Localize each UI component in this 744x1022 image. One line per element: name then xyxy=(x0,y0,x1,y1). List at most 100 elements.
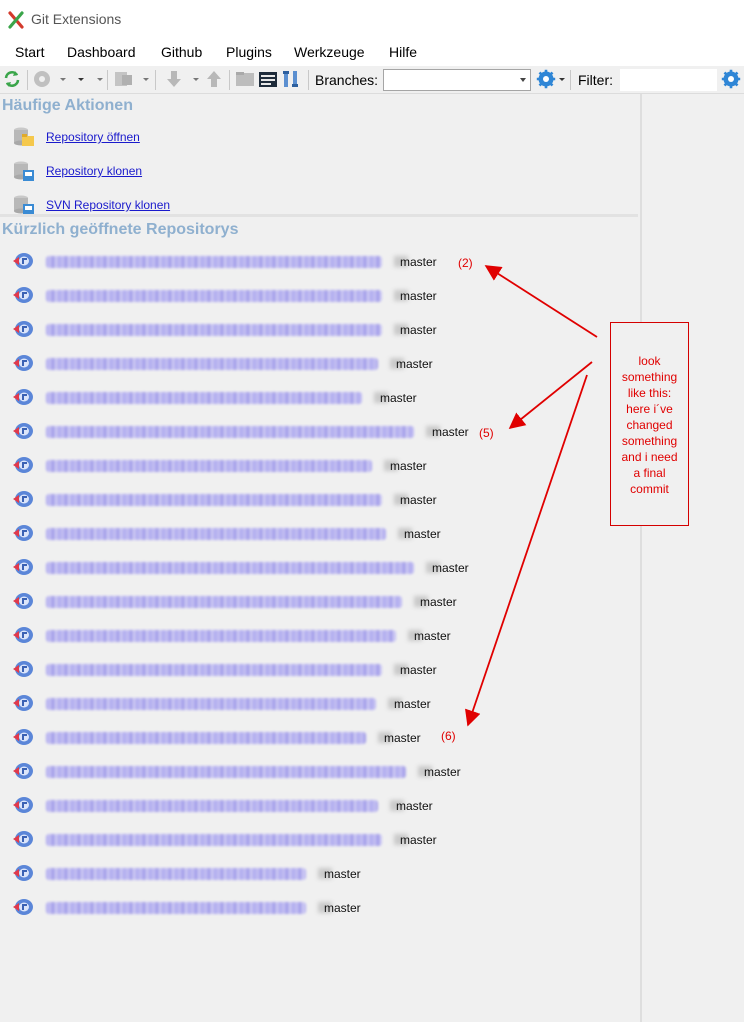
recent-repo-item[interactable]: master xyxy=(12,453,632,479)
repo-path-link[interactable] xyxy=(46,256,382,268)
chevron-down-icon[interactable] xyxy=(193,78,199,81)
filter-label: Filter: xyxy=(578,72,613,88)
chevron-down-icon[interactable] xyxy=(143,78,149,81)
repo-path-link[interactable] xyxy=(46,800,378,812)
annotation-note-line: here i´ve xyxy=(626,402,673,416)
recent-repo-item[interactable]: master xyxy=(12,895,632,921)
repo-path-link[interactable] xyxy=(46,596,402,608)
repo-branch-label: master xyxy=(400,493,437,507)
clone-repo-icon xyxy=(14,161,34,181)
filter-input[interactable] xyxy=(620,69,717,91)
recent-repo-item[interactable]: master xyxy=(12,317,632,343)
settings-circle-icon[interactable] xyxy=(32,69,52,89)
repo-path-link[interactable] xyxy=(46,834,382,846)
recent-repo-item[interactable]: master xyxy=(12,793,632,819)
repo-path-link[interactable] xyxy=(46,290,382,302)
dashboard-main: Häufige Aktionen Repository öffnen Repos… xyxy=(0,94,638,1022)
tools-icon[interactable] xyxy=(281,69,303,89)
repo-path-link[interactable] xyxy=(46,698,376,710)
annotation-note-line: commit xyxy=(630,482,669,496)
git-repo-icon xyxy=(13,831,33,847)
refresh-icon[interactable] xyxy=(2,69,22,89)
filter-gear-icon[interactable] xyxy=(721,69,741,89)
toolbar-separator xyxy=(229,70,230,90)
recent-repo-item[interactable]: master xyxy=(12,725,632,751)
toolbar-separator xyxy=(570,70,571,90)
recent-repo-item[interactable]: master xyxy=(12,759,632,785)
git-repo-icon xyxy=(13,457,33,473)
repo-path-link[interactable] xyxy=(46,426,414,438)
recent-repositories-title: Kürzlich geöffnete Repositorys xyxy=(2,221,239,238)
clone-repository-link[interactable]: Repository klonen xyxy=(46,164,142,178)
recent-repo-item[interactable]: master xyxy=(12,419,632,445)
menu-start[interactable]: Start xyxy=(15,44,45,60)
console-icon[interactable] xyxy=(258,69,278,89)
git-repo-icon xyxy=(13,729,33,745)
repo-branch-label: master xyxy=(396,799,433,813)
common-actions-title: Häufige Aktionen xyxy=(2,97,133,114)
repo-path-link[interactable] xyxy=(46,460,372,472)
commit-icon[interactable] xyxy=(113,69,135,89)
chevron-down-icon[interactable] xyxy=(78,78,84,81)
recent-repo-item[interactable]: master xyxy=(12,657,632,683)
toolbar-separator xyxy=(27,70,28,90)
repo-path-link[interactable] xyxy=(46,630,396,642)
repo-branch-label: master xyxy=(432,561,469,575)
repo-branch-label: master xyxy=(324,867,361,881)
repo-branch-label: master xyxy=(432,425,469,439)
recent-repo-item[interactable]: master xyxy=(12,283,632,309)
chevron-down-icon xyxy=(520,78,526,82)
git-repo-icon xyxy=(13,559,33,575)
git-repo-icon xyxy=(13,797,33,813)
recent-repo-item[interactable]: master xyxy=(12,385,632,411)
chevron-down-icon[interactable] xyxy=(559,78,565,81)
repo-path-link[interactable] xyxy=(46,562,414,574)
git-repo-icon xyxy=(13,899,33,915)
recent-repo-item[interactable]: master xyxy=(12,487,632,513)
menu-dashboard[interactable]: Dashboard xyxy=(67,44,136,60)
folder-icon[interactable] xyxy=(235,69,255,89)
pull-arrow-icon[interactable] xyxy=(165,69,183,89)
repo-path-link[interactable] xyxy=(46,494,382,506)
recent-repo-item[interactable]: master xyxy=(12,861,632,887)
svn-clone-link[interactable]: SVN Repository klonen xyxy=(46,198,170,212)
push-arrow-icon[interactable] xyxy=(205,69,223,89)
menu-werkzeuge[interactable]: Werkzeuge xyxy=(294,44,365,60)
recent-repo-item[interactable]: master xyxy=(12,827,632,853)
recent-repo-item[interactable]: master xyxy=(12,249,632,275)
action-clone-repository[interactable]: Repository klonen xyxy=(12,158,142,184)
repo-path-link[interactable] xyxy=(46,392,362,404)
action-open-repository[interactable]: Repository öffnen xyxy=(12,124,140,150)
window-title: Git Extensions xyxy=(31,11,122,27)
repo-path-link[interactable] xyxy=(46,766,406,778)
repo-branch-label: master xyxy=(400,255,437,269)
menu-hilfe[interactable]: Hilfe xyxy=(389,44,417,60)
repo-branch-label: master xyxy=(400,663,437,677)
repo-path-link[interactable] xyxy=(46,324,382,336)
repo-path-link[interactable] xyxy=(46,732,366,744)
repo-path-link[interactable] xyxy=(46,868,306,880)
recent-repo-item[interactable]: master xyxy=(12,521,632,547)
recent-repo-item[interactable]: master xyxy=(12,351,632,377)
gear-icon[interactable] xyxy=(536,69,556,89)
open-repository-link[interactable]: Repository öffnen xyxy=(46,130,140,144)
annotation-note-line: a final xyxy=(633,466,666,480)
git-repo-icon xyxy=(13,491,33,507)
annotation-note-line: something xyxy=(621,434,678,448)
repo-path-link[interactable] xyxy=(46,358,378,370)
annotation-note-box: look something like this: here i´ve chan… xyxy=(610,322,689,526)
recent-repo-item[interactable]: master xyxy=(12,555,632,581)
recent-repo-item[interactable]: master xyxy=(12,623,632,649)
chevron-down-icon[interactable] xyxy=(97,78,103,81)
title-bar: Git Extensions xyxy=(0,0,744,38)
repo-path-link[interactable] xyxy=(46,528,386,540)
git-repo-icon xyxy=(13,627,33,643)
repo-path-link[interactable] xyxy=(46,902,306,914)
branches-dropdown[interactable] xyxy=(383,69,531,91)
repo-path-link[interactable] xyxy=(46,664,382,676)
recent-repo-item[interactable]: master xyxy=(12,691,632,717)
menu-plugins[interactable]: Plugins xyxy=(226,44,272,60)
chevron-down-icon[interactable] xyxy=(60,78,66,81)
menu-github[interactable]: Github xyxy=(161,44,202,60)
recent-repo-item[interactable]: master xyxy=(12,589,632,615)
